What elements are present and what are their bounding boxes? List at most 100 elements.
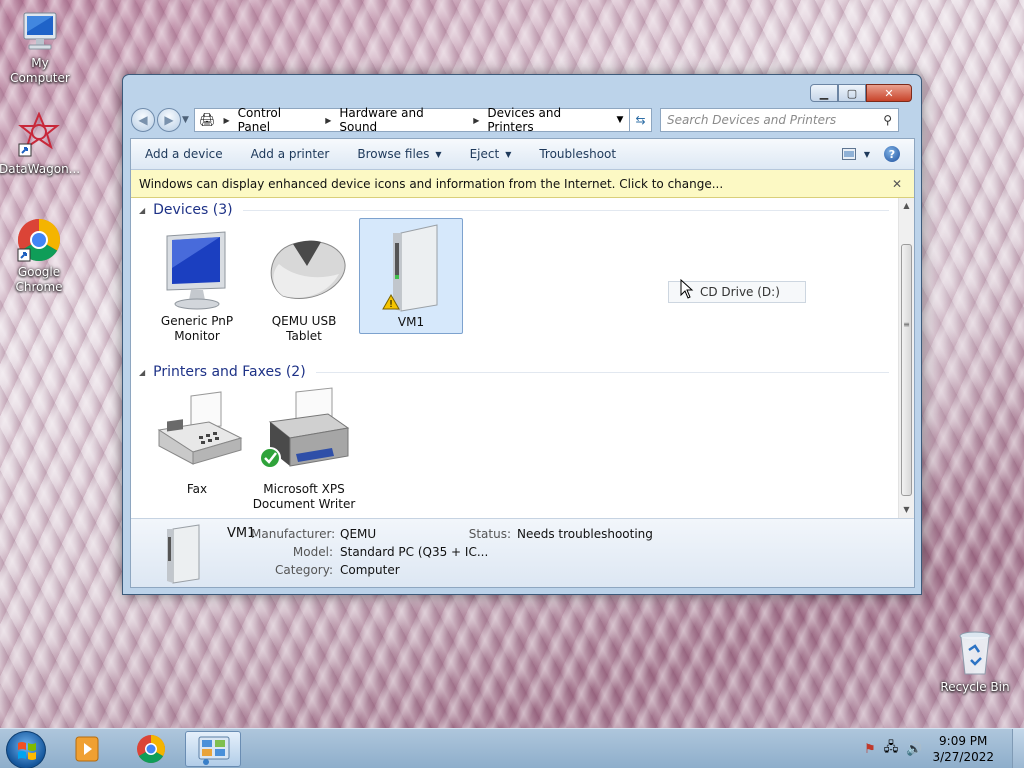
printer-label: Microsoft XPS Document Writer — [252, 482, 356, 511]
breadcrumb-separator-icon: ▶ — [325, 115, 332, 125]
window-controls: ▁ ▢ ✕ — [810, 84, 912, 102]
clock[interactable]: 9:09 PM 3/27/2022 — [932, 733, 994, 765]
minimize-icon: ▁ — [819, 86, 829, 100]
chevron-down-icon: ▼ — [505, 149, 512, 159]
desktop-icon-my-computer[interactable]: My Computer — [0, 10, 80, 86]
model-label: Model: — [292, 545, 333, 559]
group-header-devices[interactable]: ◢ Devices (3) — [139, 202, 889, 218]
group-divider — [242, 209, 889, 211]
recent-pages-dropdown[interactable]: ▼ — [182, 115, 192, 125]
close-infobar-icon[interactable]: ✕ — [892, 177, 902, 191]
chevron-down-icon: ▼ — [863, 149, 870, 159]
add-device-button[interactable]: Add a device — [131, 147, 237, 161]
forward-arrow-icon: ▶ — [164, 113, 174, 127]
scroll-up-icon[interactable]: ▲ — [899, 198, 914, 214]
help-button[interactable]: ? — [884, 146, 900, 162]
infobar-text: Windows can display enhanced device icon… — [139, 176, 724, 191]
action-center-flag-icon[interactable]: ⚑ — [864, 742, 876, 757]
scrollbar-thumb[interactable] — [901, 244, 912, 496]
device-item[interactable]: QEMU USB Tablet — [252, 218, 356, 344]
vertical-scrollbar[interactable]: ▲ ≡ ▼ — [898, 198, 914, 518]
desktop-icon-label: Recycle Bin — [940, 680, 1010, 694]
collapse-triangle-icon[interactable]: ◢ — [139, 206, 145, 215]
control-panel-icon — [198, 736, 230, 765]
view-icon — [841, 148, 856, 160]
computer-tower-icon: ! — [360, 219, 462, 315]
taskbar: ⚑ 🖧 🔊 9:09 PM 3/27/2022 — [0, 728, 1024, 768]
mouse-cursor-icon — [680, 279, 694, 299]
troubleshoot-label: Troubleshoot — [539, 147, 617, 161]
collapse-triangle-icon[interactable]: ◢ — [139, 368, 145, 377]
search-input[interactable]: Search Devices and Printers — [667, 113, 836, 127]
device-label: VM1 — [397, 315, 425, 329]
group-divider — [315, 371, 889, 373]
datawagon-icon — [18, 112, 60, 157]
address-dropdown-icon[interactable]: ▼ — [611, 115, 629, 125]
desktop-icon-google-chrome[interactable]: Google Chrome — [0, 217, 79, 295]
status-value: Needs troubleshooting — [517, 527, 653, 541]
navigation-bar: ◀ ▶ ▼ 🖨 ▶ Control Panel ▶ Hardware and S… — [131, 106, 913, 134]
desktop-icon-label: DataWagon... — [0, 162, 81, 176]
breadcrumb-devices-and-printers[interactable]: Devices and Printers — [487, 106, 611, 134]
close-button[interactable]: ✕ — [866, 84, 912, 102]
information-bar[interactable]: Windows can display enhanced device icon… — [131, 170, 914, 198]
devices-and-printers-window: ▁ ▢ ✕ ◀ ▶ ▼ 🖨 ▶ Control Panel ▶ Hardware… — [122, 74, 922, 595]
devices-list: ◢ Devices (3) Generic PnP Monitor QEMU U… — [131, 198, 900, 518]
clock-date: 3/27/2022 — [932, 750, 994, 764]
device-item[interactable]: Generic PnP Monitor — [145, 218, 249, 344]
breadcrumb-control-panel[interactable]: Control Panel — [238, 106, 318, 134]
device-label: Generic PnP Monitor — [160, 314, 234, 343]
minimize-button[interactable]: ▁ — [810, 84, 838, 102]
eject-label: Eject — [469, 147, 500, 161]
network-icon[interactable]: 🖧 — [884, 738, 899, 760]
status-label: Status: — [468, 527, 511, 541]
maximize-button[interactable]: ▢ — [838, 84, 866, 102]
back-button[interactable]: ◀ — [131, 108, 155, 132]
printer-item[interactable]: Fax — [145, 386, 249, 497]
windows-logo-icon — [18, 742, 36, 760]
search-box[interactable]: Search Devices and Printers ⚲ — [660, 108, 899, 132]
add-printer-button[interactable]: Add a printer — [237, 147, 344, 161]
view-options-button[interactable]: ▼ — [841, 148, 870, 160]
printer-item[interactable]: Microsoft XPS Document Writer — [252, 386, 356, 512]
scrollbar-grip-icon: ≡ — [903, 320, 910, 329]
search-icon[interactable]: ⚲ — [883, 113, 892, 127]
system-tray: ⚑ 🖧 🔊 9:09 PM 3/27/2022 — [864, 729, 1024, 768]
chevron-down-icon: ▼ — [435, 149, 442, 159]
start-button[interactable] — [6, 731, 46, 768]
monitor-icon — [145, 218, 249, 314]
show-desktop-button[interactable] — [1012, 729, 1024, 768]
desktop-icon-recycle-bin[interactable]: Recycle Bin — [935, 630, 1015, 695]
cd-drive-label: CD Drive (D:) — [700, 285, 780, 299]
fax-icon — [145, 386, 249, 482]
group-title: Printers and Faxes (2) — [153, 364, 306, 380]
close-icon: ✕ — [884, 86, 894, 100]
clock-time: 9:09 PM — [939, 734, 988, 748]
mouse-icon — [252, 218, 356, 314]
troubleshoot-button[interactable]: Troubleshoot — [525, 147, 630, 161]
breadcrumb-hardware-and-sound[interactable]: Hardware and Sound — [339, 106, 465, 134]
forward-button[interactable]: ▶ — [157, 108, 181, 132]
taskbar-control-panel[interactable] — [185, 731, 241, 767]
drag-cd-drive-tooltip: CD Drive (D:) — [668, 279, 806, 303]
refresh-button[interactable]: ⇆ — [630, 108, 652, 132]
taskbar-media-player[interactable] — [60, 731, 116, 767]
manufacturer-value: QEMU — [340, 527, 377, 541]
desktop-icon-label: Google Chrome — [15, 265, 63, 294]
taskbar-chrome[interactable] — [123, 731, 179, 767]
browse-files-button[interactable]: Browse files ▼ — [343, 147, 455, 161]
device-item-selected[interactable]: ! VM1 — [359, 218, 463, 334]
refresh-icon: ⇆ — [635, 113, 646, 127]
group-header-printers[interactable]: ◢ Printers and Faxes (2) — [139, 364, 889, 380]
scroll-down-icon[interactable]: ▼ — [899, 502, 914, 518]
eject-button[interactable]: Eject ▼ — [456, 147, 526, 161]
browse-files-label: Browse files — [357, 147, 430, 161]
volume-icon[interactable]: 🔊 — [906, 742, 922, 757]
chrome-icon — [137, 735, 165, 763]
desktop-icon-datawagon[interactable]: DataWagon... — [0, 112, 81, 177]
command-bar: Add a device Add a printer Browse files ▼… — [131, 139, 914, 170]
address-bar[interactable]: 🖨 ▶ Control Panel ▶ Hardware and Sound ▶… — [194, 106, 630, 134]
help-icon: ? — [888, 147, 896, 161]
content-area: Add a device Add a printer Browse files ▼… — [130, 138, 915, 588]
back-arrow-icon: ◀ — [138, 113, 148, 127]
